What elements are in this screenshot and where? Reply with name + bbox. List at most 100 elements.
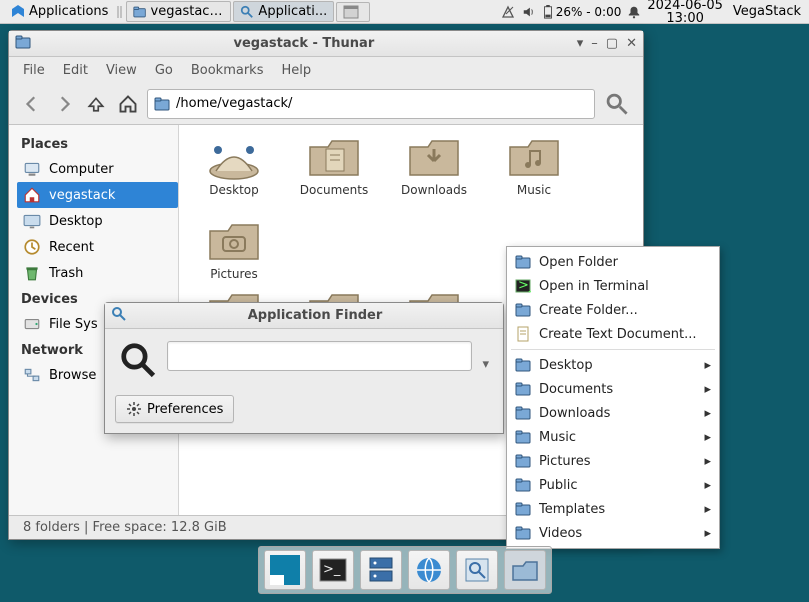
sidebar-label: Recent (49, 240, 94, 255)
menubar: File Edit View Go Bookmarks Help (9, 57, 643, 83)
search-button[interactable] (601, 89, 633, 119)
svg-text:>_: >_ (518, 278, 531, 293)
user-menu[interactable]: VegaStack (729, 4, 805, 19)
taskbar-item-empty[interactable] (336, 2, 370, 22)
dock-appfinder[interactable] (456, 550, 498, 590)
sidebar-label: Computer (49, 162, 114, 177)
appfinder-search-input[interactable] (167, 341, 472, 371)
context-menu: Open Folder >_Open in Terminal Create Fo… (506, 246, 720, 549)
menu-desktop[interactable]: Desktop▸ (507, 353, 719, 377)
applications-menu-button[interactable]: Applications (4, 1, 114, 23)
preferences-button[interactable]: Preferences (115, 395, 234, 423)
search-icon (119, 341, 157, 383)
submenu-arrow-icon: ▸ (704, 454, 711, 469)
folder-label: Pictures (210, 267, 258, 281)
taskbar-item-thunar[interactable]: vegastack... (126, 1, 231, 22)
folder-music[interactable]: Music (495, 135, 573, 197)
path-text: /home/vegastack/ (176, 96, 292, 111)
submenu-arrow-icon: ▸ (704, 430, 711, 445)
taskbar-item-label: vegastack... (151, 4, 225, 19)
notifications-tray-icon[interactable] (627, 5, 641, 19)
sidebar-item-home[interactable]: vegastack (17, 182, 178, 208)
menu-separator (511, 349, 715, 350)
battery-text: 26% - 0:00 (556, 5, 622, 19)
path-bar[interactable]: /home/vegastack/ (147, 89, 595, 119)
sidebar-item-trash[interactable]: Trash (17, 260, 178, 286)
appfinder-window: Application Finder ▾ Preferences (104, 302, 504, 434)
menu-downloads[interactable]: Downloads▸ (507, 401, 719, 425)
submenu-arrow-icon: ▸ (704, 406, 711, 421)
window-title: vegastack - Thunar (37, 36, 571, 51)
menu-go[interactable]: Go (147, 60, 181, 81)
volume-tray-icon[interactable] (522, 5, 536, 19)
svg-text:>_: >_ (323, 562, 341, 577)
menu-templates[interactable]: Templates ▸ (507, 497, 719, 521)
menu-documents[interactable]: Documents▸ (507, 377, 719, 401)
submenu-arrow-icon: ▸ (704, 502, 711, 517)
dock-home-folder[interactable] (504, 550, 546, 590)
dock-show-desktop[interactable] (264, 550, 306, 590)
titlebar[interactable]: vegastack - Thunar ▾ – ▢ ✕ (9, 31, 643, 57)
clock-time: 13:00 (666, 12, 703, 25)
menu-create-folder[interactable]: Create Folder... (507, 298, 719, 322)
menu-label: Pictures (539, 454, 590, 469)
expand-icon[interactable]: ▾ (482, 357, 489, 372)
menu-bookmarks[interactable]: Bookmarks (183, 60, 272, 81)
folder-label: Music (517, 183, 551, 197)
applications-label: Applications (29, 4, 108, 19)
close-button[interactable]: ✕ (626, 36, 637, 51)
sidebar-label: File Sys (49, 317, 98, 332)
menu-label: Public (539, 478, 577, 493)
menu-videos[interactable]: Videos▸ (507, 521, 719, 545)
menu-public[interactable]: Public▸ (507, 473, 719, 497)
toolbar: /home/vegastack/ (9, 83, 643, 125)
menu-file[interactable]: File (15, 60, 53, 81)
nav-forward-button[interactable] (51, 91, 77, 117)
folder-desktop[interactable]: Desktop (195, 135, 273, 197)
menu-music[interactable]: Music ▸ (507, 425, 719, 449)
dock-terminal[interactable]: >_ (312, 550, 354, 590)
menu-label: Music (539, 430, 576, 445)
menu-edit[interactable]: Edit (55, 60, 96, 81)
menu-help[interactable]: Help (273, 60, 319, 81)
top-panel: Applications vegastack... Applicati... 2… (0, 0, 809, 24)
menu-label: Create Text Document... (539, 327, 697, 342)
minimize-button[interactable]: – (591, 36, 598, 51)
menu-pictures[interactable]: Pictures ▸ (507, 449, 719, 473)
menu-create-document[interactable]: Create Text Document... (507, 322, 719, 346)
nav-back-button[interactable] (19, 91, 45, 117)
dock-files[interactable] (360, 550, 402, 590)
menu-open-folder[interactable]: Open Folder (507, 250, 719, 274)
sidebar-item-computer[interactable]: Computer (17, 156, 178, 182)
folder-icon (154, 96, 170, 112)
battery-tray-icon[interactable]: 26% - 0:00 (542, 5, 622, 19)
sidebar-item-desktop[interactable]: Desktop (17, 208, 178, 234)
folder-downloads[interactable]: Downloads (395, 135, 473, 197)
sidebar-label: vegastack (49, 188, 115, 203)
taskbar-item-label: Applicati... (258, 4, 327, 19)
folder-pictures[interactable]: Pictures (195, 219, 273, 281)
clock[interactable]: 2024-06-05 13:00 (647, 0, 723, 25)
clock-date: 2024-06-05 (647, 0, 723, 12)
folder-documents[interactable]: Documents (295, 135, 373, 197)
sidebar-heading-places: Places (17, 131, 178, 156)
menu-label: Templates (539, 502, 605, 517)
menu-open-terminal[interactable]: >_Open in Terminal (507, 274, 719, 298)
menu-label: Documents (539, 382, 613, 397)
taskbar-item-appfinder[interactable]: Applicati... (233, 1, 334, 22)
nav-home-button[interactable] (115, 91, 141, 117)
status-text: 8 folders | Free space: 12.8 GiB (23, 520, 227, 535)
nav-up-button[interactable] (83, 91, 109, 117)
submenu-arrow-icon: ▸ (704, 526, 711, 541)
menu-view[interactable]: View (98, 60, 145, 81)
dock-web-browser[interactable] (408, 550, 450, 590)
system-tray: 26% - 0:00 2024-06-05 13:00 VegaStack (500, 0, 805, 25)
folder-label: Downloads (401, 183, 467, 197)
sidebar-item-recent[interactable]: Recent (17, 234, 178, 260)
window-menu-button[interactable]: ▾ (577, 36, 584, 51)
panel-separator-icon (116, 4, 124, 20)
network-tray-icon[interactable] (500, 4, 516, 20)
folder-label: Desktop (209, 183, 259, 197)
titlebar[interactable]: Application Finder (105, 303, 503, 329)
maximize-button[interactable]: ▢ (606, 36, 618, 51)
